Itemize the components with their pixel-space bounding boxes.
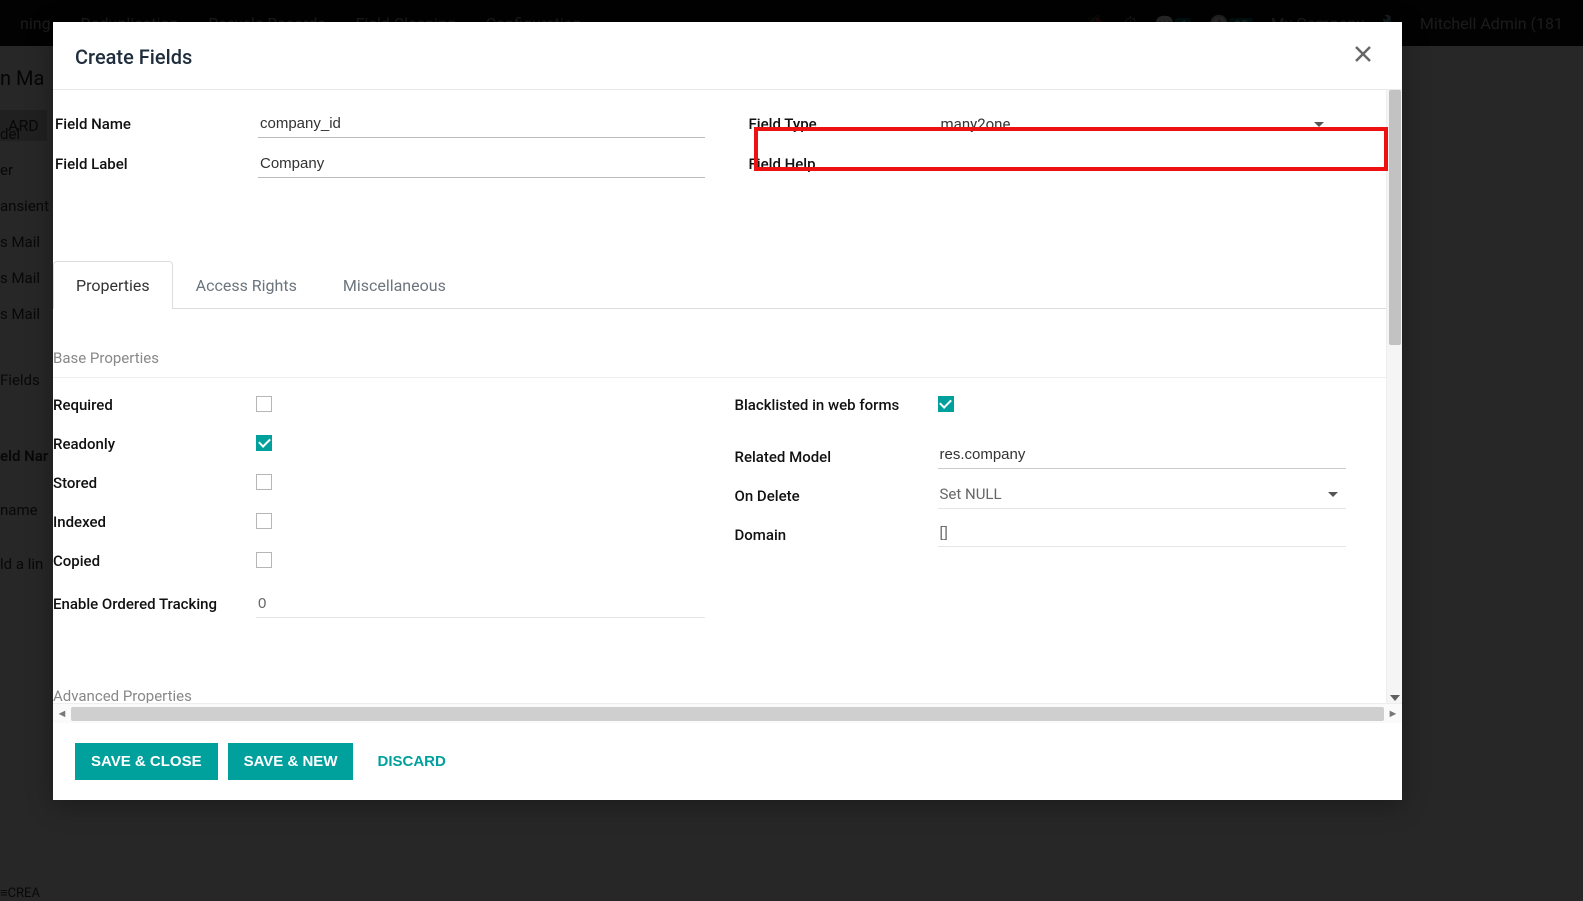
field-type-select[interactable]: many2one: [939, 111, 1331, 138]
related-model-input[interactable]: [938, 442, 1347, 469]
stored-checkbox[interactable]: [256, 474, 272, 490]
field-name-input[interactable]: [258, 111, 705, 138]
tracking-label: Enable Ordered Tracking: [53, 592, 256, 618]
modal-header: Create Fields: [53, 22, 1402, 90]
discard-button[interactable]: DISCARD: [363, 743, 459, 780]
scroll-down-icon[interactable]: [1390, 695, 1400, 701]
domain-label: Domain: [735, 520, 938, 549]
scroll-left-icon[interactable]: ◄: [53, 704, 71, 724]
tabs: Properties Access Rights Miscellaneous: [53, 260, 1386, 309]
scrollbar-thumb[interactable]: [1389, 90, 1401, 345]
tab-properties[interactable]: Properties: [53, 261, 173, 309]
field-name-label: Field Name: [55, 115, 258, 133]
required-label: Required: [53, 390, 256, 419]
on-delete-select[interactable]: Set NULL: [938, 481, 1347, 509]
copied-label: Copied: [53, 546, 256, 575]
blacklisted-checkbox[interactable]: [938, 396, 954, 412]
field-type-value: many2one: [939, 111, 1315, 138]
related-model-label: Related Model: [735, 442, 938, 471]
horizontal-scrollbar[interactable]: ◄ ►: [53, 703, 1402, 723]
save-close-button[interactable]: SAVE & CLOSE: [75, 743, 218, 780]
field-type-label: Field Type: [749, 115, 939, 133]
vertical-scrollbar[interactable]: [1386, 90, 1402, 703]
hscroll-thumb[interactable]: [71, 707, 1384, 721]
on-delete-value: Set NULL: [940, 485, 1002, 503]
base-properties-title: Base Properties: [53, 349, 1386, 367]
field-help-label: Field Help: [749, 155, 939, 173]
domain-input[interactable]: [938, 520, 1347, 547]
field-label-input[interactable]: [258, 151, 705, 178]
field-label-label: Field Label: [55, 155, 258, 173]
advanced-properties-title: Advanced Properties: [53, 687, 192, 703]
create-fields-modal: Create Fields Field Name Field Label: [53, 22, 1402, 800]
modal-body: Field Name Field Label Field Type many2o…: [53, 90, 1386, 703]
tracking-input[interactable]: [256, 591, 705, 618]
modal-title: Create Fields: [75, 45, 192, 69]
required-checkbox[interactable]: [256, 396, 272, 412]
stored-label: Stored: [53, 468, 256, 497]
modal-footer: SAVE & CLOSE SAVE & NEW DISCARD: [53, 723, 1402, 800]
readonly-checkbox[interactable]: [256, 435, 272, 451]
save-new-button[interactable]: SAVE & NEW: [228, 743, 354, 780]
blacklisted-label: Blacklisted in web forms: [735, 390, 938, 419]
chevron-down-icon: [1314, 122, 1324, 127]
chevron-down-icon: [1328, 492, 1338, 497]
tab-miscellaneous[interactable]: Miscellaneous: [320, 261, 469, 309]
indexed-checkbox[interactable]: [256, 513, 272, 529]
indexed-label: Indexed: [53, 507, 256, 536]
copied-checkbox[interactable]: [256, 552, 272, 568]
readonly-label: Readonly: [53, 429, 256, 458]
tab-access-rights[interactable]: Access Rights: [173, 261, 320, 309]
close-icon[interactable]: [1350, 40, 1376, 73]
on-delete-label: On Delete: [735, 481, 938, 510]
scroll-right-icon[interactable]: ►: [1384, 704, 1402, 724]
